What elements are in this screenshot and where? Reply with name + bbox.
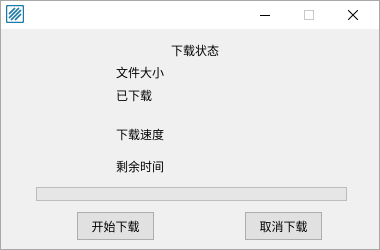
minimize-icon (260, 15, 270, 16)
remaining-time-label: 剩余时间 (116, 160, 165, 174)
download-window: 下载状态 文件大小 已下载 下载速度 剩余时间 开始下载 取消下载 (0, 0, 380, 250)
close-button[interactable] (331, 1, 375, 29)
maximize-icon (304, 10, 314, 20)
downloaded-label: 已下载 (116, 89, 153, 103)
app-icon (5, 4, 25, 24)
file-size-label: 文件大小 (116, 66, 165, 80)
close-icon (348, 10, 358, 20)
minimize-button[interactable] (243, 1, 287, 29)
maximize-button[interactable] (287, 1, 331, 29)
cancel-download-button[interactable]: 取消下载 (245, 212, 322, 240)
start-download-button[interactable]: 开始下载 (77, 212, 154, 240)
download-speed-label: 下载速度 (116, 128, 165, 142)
title-bar[interactable] (1, 1, 379, 29)
download-progress-bar (36, 187, 347, 201)
download-status-title: 下载状态 (171, 44, 220, 58)
